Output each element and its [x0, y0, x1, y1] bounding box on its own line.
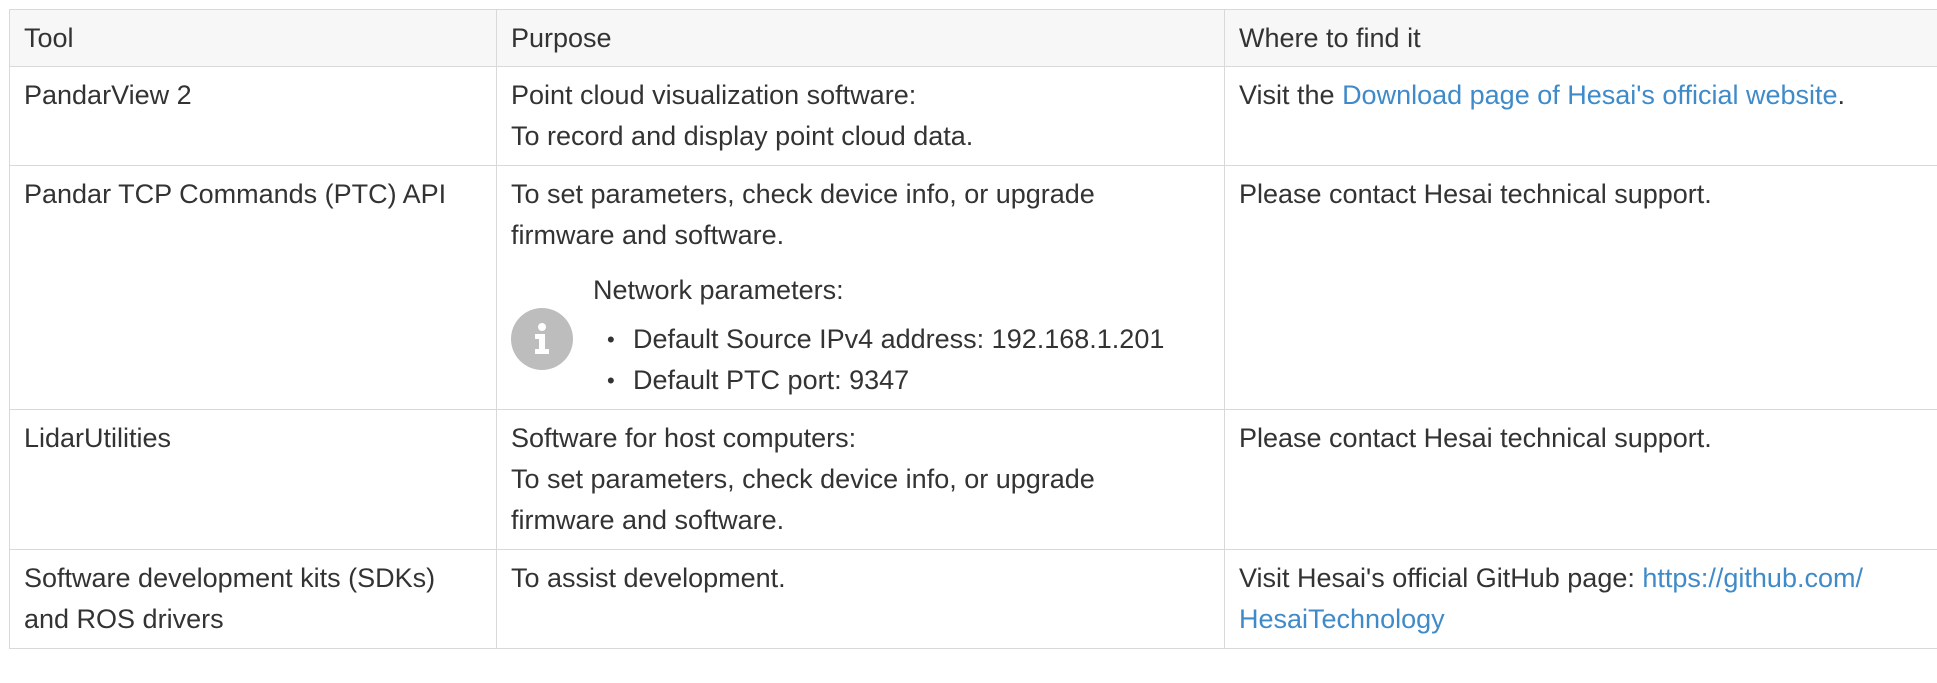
table-header: Tool Purpose Where to find it: [9, 9, 1937, 67]
info-icon: [511, 307, 573, 370]
purpose-cell: To assist development.: [496, 549, 1225, 649]
purpose-text: firmware and software.: [511, 220, 785, 250]
where-text: Visit the: [1239, 80, 1343, 110]
purpose-text: To record and display point cloud data.: [511, 121, 974, 151]
purpose-cell: To set parameters, check device info, or…: [496, 165, 1225, 410]
where-cell: Please contact Hesai technical support.: [1224, 165, 1937, 410]
purpose-cell: Point cloud visualization software: To r…: [496, 66, 1225, 166]
purpose-text: To set parameters, check device info, or…: [511, 179, 1095, 209]
info-note: Network parameters: Default Source IPv4 …: [511, 270, 1210, 401]
tool-cell: Pandar TCP Commands (PTC) API: [9, 165, 497, 410]
purpose-cell: Software for host computers: To set para…: [496, 409, 1225, 550]
tool-cell: PandarView 2: [9, 66, 497, 166]
table-row: LidarUtilities Software for host compute…: [9, 409, 1937, 550]
where-text: Visit Hesai's official GitHub page:: [1239, 563, 1643, 593]
download-page-link[interactable]: Download page of Hesai's official websit…: [1342, 80, 1837, 110]
purpose-text: Point cloud visualization software:: [511, 80, 917, 110]
tool-cell: LidarUtilities: [9, 409, 497, 550]
header-row: Tool Purpose Where to find it: [9, 9, 1937, 67]
info-note-list: Default Source IPv4 address: 192.168.1.2…: [593, 319, 1210, 401]
where-text-suffix: .: [1837, 80, 1846, 110]
purpose-text: Software for host computers:: [511, 423, 857, 453]
tools-table: Tool Purpose Where to find it PandarView…: [9, 9, 1937, 649]
tool-name: Software development kits (SDKs): [24, 563, 436, 593]
github-link-continued[interactable]: HesaiTechnology: [1239, 599, 1937, 640]
tool-name: PandarView 2: [24, 80, 192, 110]
purpose-text: firmware and software.: [511, 505, 785, 535]
tool-cell: Software development kits (SDKs) and ROS…: [9, 549, 497, 649]
table-row: Software development kits (SDKs) and ROS…: [9, 549, 1937, 649]
purpose-text: To assist development.: [511, 563, 786, 593]
tool-name: and ROS drivers: [24, 604, 224, 634]
list-item: Default PTC port: 9347: [607, 360, 1210, 401]
table-body: PandarView 2 Point cloud visualization s…: [9, 66, 1937, 649]
purpose-text: To set parameters, check device info, or…: [511, 464, 1095, 494]
header-tool: Tool: [9, 9, 497, 67]
github-link[interactable]: https://github.com/: [1642, 563, 1863, 593]
where-cell: Please contact Hesai technical support.: [1224, 409, 1937, 550]
info-note-title: Network parameters:: [593, 275, 844, 305]
page: Tool Purpose Where to find it PandarView…: [0, 0, 1937, 683]
header-where: Where to find it: [1224, 9, 1937, 67]
where-cell: Visit Hesai's official GitHub page: http…: [1224, 549, 1937, 649]
table-row: PandarView 2 Point cloud visualization s…: [9, 66, 1937, 166]
header-purpose: Purpose: [496, 9, 1225, 67]
where-text: Please contact Hesai technical support.: [1239, 423, 1712, 453]
tool-name: Pandar TCP Commands (PTC) API: [24, 179, 447, 209]
where-cell: Visit the Download page of Hesai's offic…: [1224, 66, 1937, 166]
info-note-body: Network parameters: Default Source IPv4 …: [593, 270, 1210, 401]
tool-name: LidarUtilities: [24, 423, 172, 453]
where-text: Please contact Hesai technical support.: [1239, 179, 1712, 209]
list-item: Default Source IPv4 address: 192.168.1.2…: [607, 319, 1210, 360]
table-row: Pandar TCP Commands (PTC) API To set par…: [9, 165, 1937, 410]
